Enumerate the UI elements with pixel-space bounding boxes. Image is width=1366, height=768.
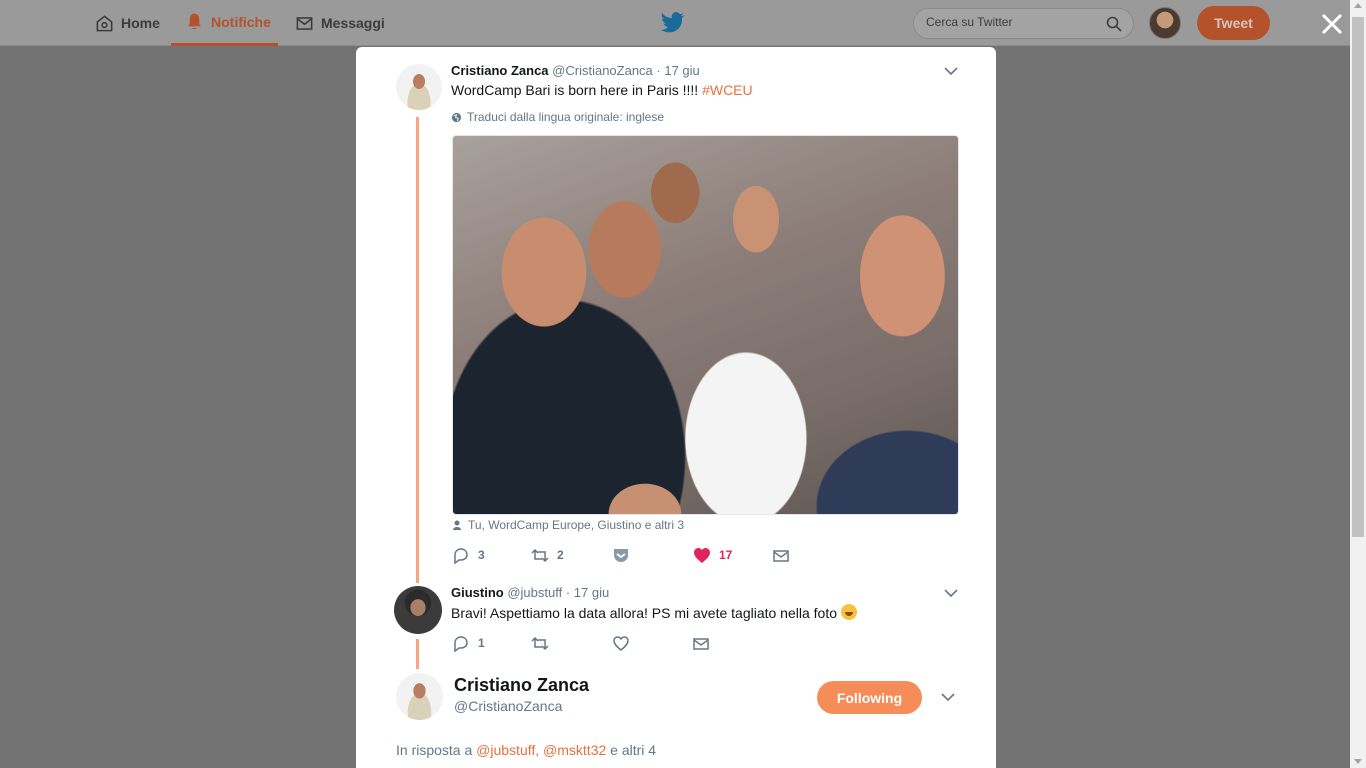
chevron-down-icon[interactable]: [944, 588, 958, 598]
close-icon[interactable]: [1320, 12, 1344, 36]
thread-line: [416, 117, 419, 583]
tweet-modal: Cristiano Zanca @CristianoZanca · 17 giu…: [356, 47, 996, 768]
scroll-up-arrow-icon[interactable]: [1354, 3, 1362, 8]
envelope-icon: [296, 16, 313, 30]
envelope-icon: [773, 549, 789, 562]
retweet-count: 2: [557, 548, 564, 562]
tweet-text: WordCamp Bari is born here in Paris !!!!…: [451, 82, 753, 98]
grinning-emoji-icon: [840, 604, 857, 620]
reply-count: 3: [478, 548, 485, 562]
retweet-icon: [531, 636, 549, 650]
tagged-people[interactable]: Tu, WordCamp Europe, Giustino e altri 3: [452, 518, 684, 532]
translate-label[interactable]: Traduci dalla lingua originale: inglese: [467, 110, 664, 124]
retweet-action[interactable]: 2: [531, 546, 564, 564]
chevron-down-icon[interactable]: [941, 692, 955, 702]
thread-line: [416, 639, 419, 669]
reply-author-name[interactable]: Giustino: [451, 585, 504, 600]
focus-author-handle[interactable]: @CristianoZanca: [454, 698, 562, 714]
twitter-bird-icon[interactable]: [661, 12, 685, 34]
heart-icon: [613, 635, 629, 651]
person-icon: [453, 520, 461, 530]
nav-notifications-label: Notifiche: [211, 13, 271, 30]
reply-icon: [454, 635, 468, 652]
reply-body: Bravi! Aspettiamo la data allora! PS mi …: [451, 605, 837, 621]
nav-home[interactable]: Home: [95, 0, 160, 46]
avatar[interactable]: [396, 64, 442, 110]
envelope-icon: [693, 637, 709, 650]
reply-to-line: In risposta a @jubstuff, @msktt32 e altr…: [396, 742, 656, 758]
search-input[interactable]: [926, 15, 1096, 29]
translate-link[interactable]: Traduci dalla lingua originale: inglese: [451, 110, 664, 124]
tagged-people-label[interactable]: Tu, WordCamp Europe, Giustino e altri 3: [468, 518, 684, 532]
reply-author-handle[interactable]: @jubstuff: [507, 585, 562, 600]
search-icon[interactable]: [1106, 16, 1122, 32]
tweet-date[interactable]: · 17 giu: [656, 63, 699, 78]
hashtag-link[interactable]: #WCEU: [702, 82, 753, 98]
page-scrollbar[interactable]: [1350, 0, 1366, 768]
mention-link[interactable]: @msktt32: [543, 742, 606, 758]
reply-date[interactable]: · 17 giu: [566, 585, 609, 600]
mention-link[interactable]: @jubstuff,: [476, 742, 539, 758]
pocket-action[interactable]: [612, 546, 630, 564]
tweet-body: WordCamp Bari is born here in Paris !!!!: [451, 82, 699, 98]
top-navigation-bar: Home Notifiche Messaggi Tweet: [0, 0, 1350, 46]
reply-to-prefix: In risposta a: [396, 742, 473, 758]
focus-author-name[interactable]: Cristiano Zanca: [454, 675, 589, 696]
retweet-action[interactable]: [531, 634, 549, 652]
nav-home-label: Home: [121, 15, 160, 31]
search-box[interactable]: [913, 8, 1134, 39]
reply-icon: [454, 547, 468, 564]
profile-avatar[interactable]: [1149, 7, 1181, 39]
reply-action[interactable]: 3: [452, 546, 485, 564]
home-icon: [96, 14, 113, 31]
retweet-icon: [531, 548, 549, 562]
author-name[interactable]: Cristiano Zanca: [451, 63, 549, 78]
avatar[interactable]: [396, 673, 443, 720]
following-button[interactable]: Following: [817, 681, 922, 714]
like-action[interactable]: 17: [693, 546, 732, 564]
tweet-button[interactable]: Tweet: [1197, 6, 1270, 40]
nav-messages[interactable]: Messaggi: [295, 0, 385, 46]
tweet-header: Cristiano Zanca @CristianoZanca · 17 giu: [451, 63, 700, 78]
globe-icon: [451, 112, 462, 122]
scrollbar-thumb[interactable]: [1352, 17, 1364, 537]
tweet-photo[interactable]: [452, 135, 959, 515]
like-count: 17: [719, 548, 733, 562]
direct-message-action[interactable]: [772, 546, 790, 564]
reply-count: 1: [478, 636, 485, 650]
scroll-down-arrow-icon[interactable]: [1354, 759, 1362, 764]
avatar[interactable]: [394, 586, 442, 634]
reply-action[interactable]: 1: [452, 634, 485, 652]
nav-messages-label: Messaggi: [321, 15, 385, 31]
bell-icon: [188, 13, 201, 30]
reply-header: Giustino @jubstuff · 17 giu: [451, 585, 609, 600]
pocket-save-icon: [614, 548, 628, 562]
reply-text: Bravi! Aspettiamo la data allora! PS mi …: [451, 604, 857, 621]
reply-to-others[interactable]: e altri 4: [610, 742, 656, 758]
author-handle[interactable]: @CristianoZanca: [552, 63, 653, 78]
nav-notifications[interactable]: Notifiche: [171, 0, 278, 46]
direct-message-action[interactable]: [692, 634, 710, 652]
heart-icon: [694, 547, 710, 563]
like-action[interactable]: [612, 634, 630, 652]
chevron-down-icon[interactable]: [944, 66, 958, 76]
